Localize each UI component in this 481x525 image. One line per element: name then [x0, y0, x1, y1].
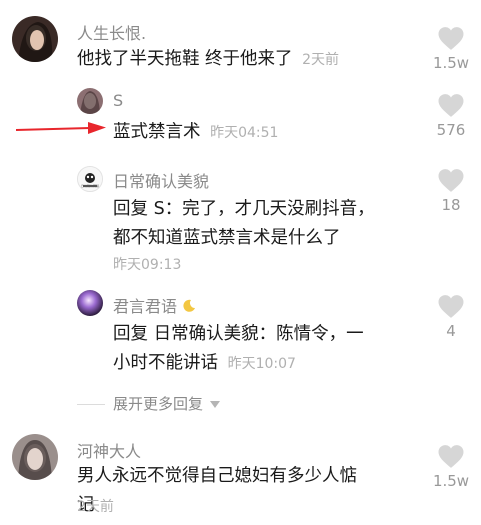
heart-icon — [438, 94, 464, 117]
like-count: 18 — [441, 196, 461, 214]
reply-prefix: 回复 — [113, 199, 154, 219]
avatar-image — [77, 88, 103, 114]
comment-text: 回复 S：完了，才几天没刷抖音， 都不知道蓝式禁言术是什么了 — [113, 195, 413, 253]
comment-body: 蓝式禁言术 — [113, 122, 201, 142]
heart-icon — [438, 445, 464, 468]
comment-time: 昨天09:13 — [113, 257, 182, 273]
moon-icon — [183, 299, 196, 312]
comment-username[interactable]: S — [113, 91, 123, 110]
expand-replies-label: 展开更多回复 — [113, 395, 204, 413]
comment-text: 他找了半天拖鞋 终于他来了 2天前 — [77, 45, 339, 75]
comment-body-line2: 小时不能讲话 — [113, 353, 218, 373]
like-button[interactable]: 576 — [421, 93, 481, 139]
comment-body: ：完了，才几天没刷抖音， — [164, 199, 375, 219]
like-count: 1.5w — [432, 472, 470, 490]
avatar-image — [12, 16, 58, 62]
username-text[interactable]: 君言君语 — [113, 297, 177, 316]
avatar-image — [12, 434, 58, 480]
comment-username: 君言君语 — [113, 293, 196, 317]
heart-icon — [438, 169, 464, 192]
comment-text: 回复 日常确认美貌：陈情令，一 小时不能讲话 昨天10:07 — [113, 320, 413, 379]
like-button[interactable]: 1.5w — [421, 26, 481, 72]
avatar[interactable] — [77, 88, 103, 114]
like-count: 4 — [446, 322, 456, 340]
reply-prefix: 回复 — [113, 324, 154, 344]
like-button[interactable]: 18 — [421, 168, 481, 214]
comment-body-line2: 都不知道蓝式禁言术是什么了 — [113, 228, 341, 248]
comment-username[interactable]: 人生长恨. — [77, 20, 146, 44]
like-count: 576 — [436, 121, 466, 139]
comment-body: 他找了半天拖鞋 终于他来了 — [77, 49, 293, 69]
comment-time: 昨天04:51 — [210, 125, 279, 141]
avatar[interactable]: 日常确认美貌 — [77, 166, 103, 192]
comment-body-line2: 记 — [77, 495, 95, 515]
comment-text: 蓝式禁言术 昨天04:51 — [113, 118, 278, 148]
arrow-annotation — [16, 122, 106, 134]
expand-replies-divider — [77, 404, 105, 405]
avatar-image — [77, 290, 103, 316]
heart-icon — [438, 27, 464, 50]
reply-to-user[interactable]: 日常确认美貌 — [154, 324, 259, 344]
like-button[interactable]: 4 — [421, 294, 481, 340]
comment-text: 男人永远不觉得自己媳妇有多少人惦 记 — [77, 462, 417, 520]
like-count: 1.5w — [432, 54, 470, 72]
comment-body: 男人永远不觉得自己媳妇有多少人惦 — [77, 466, 357, 486]
comment-username[interactable]: 河神大人 — [77, 438, 141, 462]
comment-time: 2天前 — [77, 499, 114, 515]
heart-icon — [438, 295, 464, 318]
expand-replies-button[interactable]: 展开更多回复 — [113, 393, 220, 414]
avatar[interactable] — [77, 290, 103, 316]
avatar[interactable] — [12, 16, 58, 62]
like-button[interactable]: 1.5w — [421, 444, 481, 490]
comment-time: 2天前 — [302, 52, 340, 68]
avatar[interactable] — [12, 434, 58, 480]
comment-username[interactable]: 日常确认美貌 — [113, 168, 209, 192]
chevron-down-icon — [209, 401, 220, 408]
comment-time: 昨天10:07 — [227, 356, 296, 372]
avatar-caption: 日常确认美貌 — [81, 184, 100, 188]
reply-to-user[interactable]: S — [154, 199, 165, 219]
comment-body: ：陈情令，一 — [258, 324, 364, 344]
